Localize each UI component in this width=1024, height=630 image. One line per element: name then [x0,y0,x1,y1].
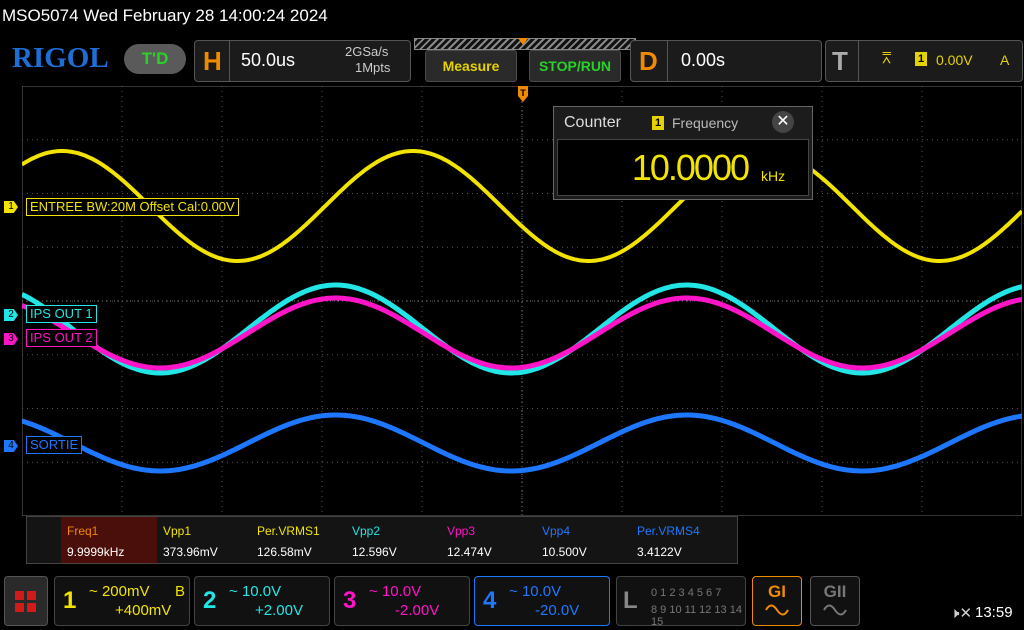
channel-2-label: IPS OUT 1 [26,305,97,323]
channel-1-offset: +400mV [115,602,172,619]
rising-edge-icon: ⩞ [882,50,892,67]
measure-name: Per.VRMS1 [257,524,320,538]
graticule [22,86,1022,516]
channel-1-bw-flag: B [175,583,186,600]
rigol-logo: RIGOL [12,42,109,74]
measure-value: 3.4122V [637,545,682,559]
trigger-letter: T [832,46,848,76]
measure-value: 12.474V [447,545,492,559]
channel-1-number: 1 [63,587,77,614]
counter-value: 10.0000 [631,147,750,188]
channel-2-number: 2 [203,587,217,614]
trigger-status-badge: T'D [124,44,186,74]
grid-menu-icon [15,591,36,612]
waveform-display[interactable]: T [22,86,1022,516]
measure-value: 10.500V [542,545,587,559]
divider [667,41,668,81]
logic-channels-row2: 8 9 10 11 12 13 14 15 [651,604,742,628]
measure-button[interactable]: Measure [425,50,517,82]
channel-2-settings[interactable]: 2 ~ 10.0V +2.00V [194,576,330,626]
menu-button[interactable] [4,576,48,626]
horizontal-letter: H [203,46,222,76]
trigger-position-marker-icon [518,38,528,45]
counter-source: 1 [652,116,664,130]
measure-item[interactable]: Per.VRMS1 126.58mV [251,517,347,563]
measure-item[interactable]: Vpp4 10.500V [536,517,632,563]
measure-value: 126.58mV [257,545,312,559]
channel-3-settings[interactable]: 3 ~ 10.0V -2.00V [334,576,470,626]
counter-mode: Frequency [672,115,739,131]
measure-name: Freq1 [67,524,99,538]
counter-readout: 10.0000 kHz [557,139,809,196]
generator-2-button[interactable]: GII [810,576,860,626]
title-bar: MSO5074 Wed February 28 14:00:24 2024 [0,0,1024,34]
channel-3-marker[interactable]: 3 [4,333,18,345]
counter-title: Counter [564,114,621,131]
channel-3-offset: -2.00V [395,602,440,619]
measure-name: Vpp4 [542,524,571,538]
trigger-time-marker-letter: T [520,88,526,98]
channel-4-settings[interactable]: 4 ~ 10.0V -20.0V [474,576,610,626]
close-icon[interactable]: ✕ [772,111,794,133]
channel-3-number: 3 [343,587,357,614]
channel-2-marker[interactable]: 2 [4,309,18,321]
channel-1-marker[interactable]: 1 [4,201,18,213]
channel-4-number: 4 [483,587,497,614]
divider [229,41,230,81]
measure-name: Vpp1 [163,524,192,538]
trigger-level: 0.00V [936,52,973,68]
window-title: MSO5074 Wed February 28 14:00:24 2024 [2,6,328,25]
channel-3-label: IPS OUT 2 [26,329,97,347]
counter-window[interactable]: Counter 1 Frequency ✕ 10.0000 kHz [553,106,813,200]
horizontal-timebase-box[interactable]: H 50.0us 2GSa/s 1Mpts [194,40,411,82]
channel-1-label: ENTREE BW:20M Offset Cal:0.00V [26,198,239,216]
channel-1-scale: ~ 200mV [89,583,150,600]
sine-wave-icon [823,604,847,616]
channel-4-marker[interactable]: 4 [4,440,18,452]
stop-run-button[interactable]: STOP/RUN [529,50,621,82]
measure-item[interactable]: Vpp1 373.96mV [157,517,253,563]
measure-name: Per.VRMS4 [637,524,700,538]
channel-3-trace [22,295,1022,371]
clock: 13:59 [975,604,1013,621]
logic-analyzer-box[interactable]: L 0 1 2 3 4 5 6 7 8 9 10 11 12 13 14 15 [616,576,746,628]
logic-letter: L [623,587,638,614]
measure-name: Vpp2 [352,524,381,538]
memory-depth: 1Mpts [355,60,391,75]
channel-1-settings[interactable]: 1 ~ 200mV B +400mV [54,576,190,626]
delay-value: 0.00s [681,50,726,70]
counter-unit: kHz [761,168,786,184]
trigger-source: 1 [915,52,927,66]
channel-4-label: SORTIE [26,436,83,454]
measurement-bar[interactable]: Freq1 9.9999kHz Vpp1 373.96mV Per.VRMS1 … [26,516,738,564]
logic-channels-row1: 0 1 2 3 4 5 6 7 [651,587,722,599]
channel-2-scale: ~ 10.0V [229,583,282,600]
measure-item[interactable]: Freq1 9.9999kHz [61,517,157,563]
speaker-muted-icon[interactable]: 🕨✕ [950,604,972,622]
measure-value: 373.96mV [163,545,218,559]
measure-item[interactable]: Per.VRMS4 3.4122V [631,517,727,563]
timebase-value: 50.0us [241,50,296,70]
measure-value: 9.9999kHz [67,545,125,559]
channel-4-scale: ~ 10.0V [509,583,562,600]
measure-name: Vpp3 [447,524,476,538]
channel-4-offset: -20.0V [535,602,580,619]
measure-item[interactable]: Vpp2 12.596V [346,517,442,563]
channel-3-scale: ~ 10.0V [369,583,422,600]
sine-wave-icon [765,604,789,616]
measure-item[interactable]: Vpp3 12.474V [441,517,537,563]
generator-1-button[interactable]: GI [752,576,802,626]
sample-rate: 2GSa/s [345,44,389,59]
channel-2-offset: +2.00V [255,602,303,619]
delay-letter: D [639,46,658,76]
generator-2-label: GII [823,582,847,601]
delay-box[interactable]: D 0.00s [630,40,822,82]
trigger-mode: A [1000,52,1010,68]
generator-1-label: GI [768,582,786,601]
trigger-box[interactable]: T ⩞ 1 0.00V A [825,40,1023,82]
divider [858,41,859,81]
measure-value: 12.596V [352,545,397,559]
